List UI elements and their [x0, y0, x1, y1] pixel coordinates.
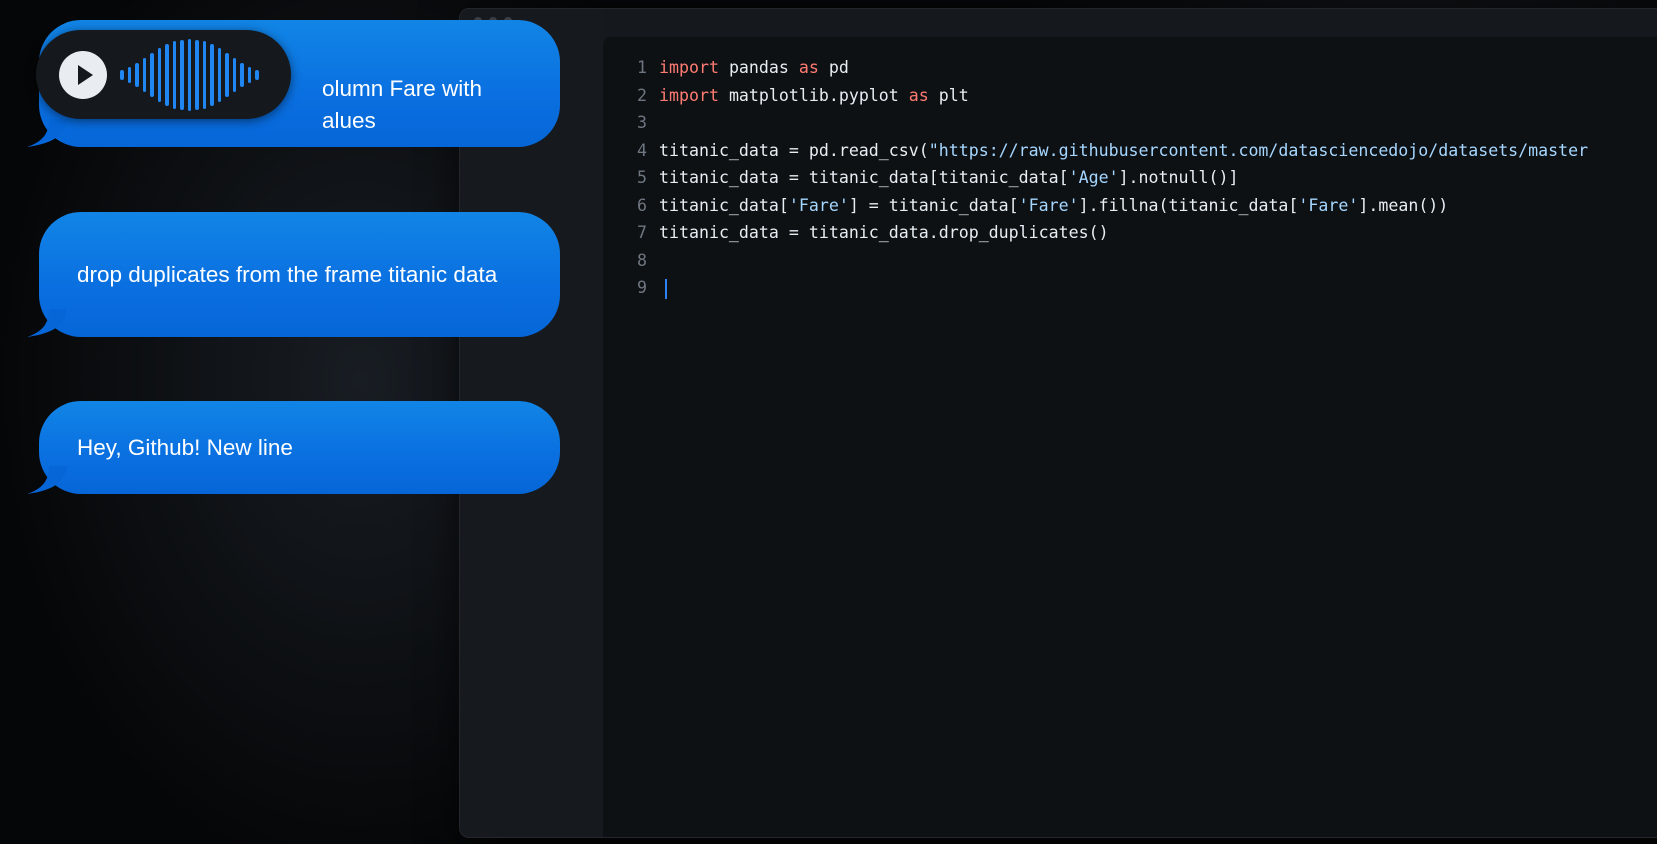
string-token: 'Fare' — [1298, 195, 1359, 215]
keyword-token: import — [659, 85, 719, 105]
string-token: 'Fare' — [1018, 195, 1079, 215]
waveform-bar — [202, 40, 206, 109]
code-token: ].mean()) — [1358, 195, 1449, 215]
bubble-tail — [27, 119, 67, 147]
code-line-text: import pandas as pd — [659, 54, 849, 82]
string-token: "https://raw.githubusercontent.com/datas… — [928, 140, 1589, 160]
code-token: pd — [818, 58, 849, 77]
code-token: ].notnull()] — [1118, 168, 1239, 187]
line-number: 4 — [637, 140, 647, 160]
waveform-bar — [217, 47, 221, 102]
line-number: 8 — [637, 250, 647, 270]
waveform-bar — [240, 62, 244, 87]
waveform-bar — [165, 43, 169, 106]
play-icon[interactable] — [59, 50, 107, 99]
code-line-text: titanic_data = titanic_data.drop_duplica… — [659, 219, 1109, 247]
keyword-token: as — [798, 58, 819, 77]
code-line-text — [659, 274, 667, 302]
code-line[interactable]: 9 — [617, 274, 1588, 302]
waveform-bar — [180, 39, 184, 110]
code-token: matplotlib.pyplot — [718, 85, 909, 105]
code-pane[interactable]: 1 import pandas as pd 2 import matplotlib.p… — [603, 37, 1657, 837]
string-token: 'Fare' — [788, 195, 849, 215]
code-line[interactable]: 5 titanic_data = titanic_data[titanic_dat… — [617, 164, 1588, 192]
code-token: plt — [928, 85, 969, 105]
waveform-bar — [120, 69, 124, 80]
code-line[interactable]: 4 titanic_data = pd.read_csv("https://raw… — [617, 137, 1588, 165]
code-line-text: titanic_data['Fare'] = titanic_data['Far… — [659, 192, 1448, 220]
bubble-tail — [27, 309, 67, 337]
waveform-bar — [255, 69, 259, 80]
code-line-text: titanic_data = pd.read_csv("https://raw.… — [659, 137, 1588, 165]
waveform-bar — [210, 43, 214, 106]
code-token: titanic_data = pd.read_csv( — [659, 140, 929, 160]
line-number: 7 — [637, 223, 647, 242]
code-line-text: import matplotlib.pyplot as plt — [659, 82, 969, 110]
waveform-bar — [232, 57, 236, 92]
waveform-icon — [120, 35, 259, 115]
waveform-bar — [135, 62, 139, 87]
chat-message-2: drop duplicates from the frame titanic d… — [27, 212, 560, 337]
text-cursor — [665, 278, 667, 299]
waveform-bar — [127, 66, 131, 83]
waveform-bar — [150, 52, 154, 97]
keyword-token: as — [908, 85, 929, 105]
waveform-bar — [225, 52, 229, 97]
code-token: pandas — [718, 58, 799, 77]
code-token: titanic_data = titanic_data.drop_duplica… — [659, 223, 1109, 242]
code-line[interactable]: 6 titanic_data['Fare'] = titanic_data['Fa… — [617, 192, 1588, 220]
code-content[interactable]: 1 import pandas as pd 2 import matplotlib.p… — [617, 54, 1588, 302]
code-token: ] = titanic_data[ — [848, 195, 1019, 215]
waveform-bar — [157, 47, 161, 102]
bubble-tail — [27, 466, 67, 494]
line-number: 6 — [637, 195, 647, 215]
code-token: titanic_data[ — [659, 195, 789, 215]
line-number: 3 — [637, 113, 647, 132]
voice-message-player[interactable] — [36, 30, 291, 119]
line-number: 2 — [637, 85, 647, 105]
string-token: 'Age' — [1068, 168, 1119, 187]
chat-message-3: Hey, Github! New line — [27, 401, 560, 494]
code-token: titanic_data = titanic_data[titanic_data… — [659, 168, 1069, 187]
waveform-bar — [195, 39, 199, 110]
code-line-text: titanic_data = titanic_data[titanic_data… — [659, 164, 1238, 192]
line-number: 5 — [637, 168, 647, 187]
code-line[interactable]: 3 — [617, 109, 1588, 137]
line-number: 1 — [637, 58, 647, 77]
waveform-bar — [187, 38, 191, 111]
code-line[interactable]: 7 titanic_data = titanic_data.drop_duplic… — [617, 219, 1588, 247]
code-line[interactable]: 1 import pandas as pd — [617, 54, 1588, 82]
waveform-bar — [172, 40, 176, 109]
line-number: 9 — [637, 278, 647, 297]
waveform-bar — [142, 57, 146, 92]
code-line[interactable]: 2 import matplotlib.pyplot as plt — [617, 82, 1588, 110]
code-editor-window: 1 import pandas as pd 2 import matplotlib.p… — [459, 8, 1657, 838]
keyword-token: import — [659, 58, 719, 77]
waveform-bar — [247, 66, 251, 83]
code-token: ].fillna(titanic_data[ — [1078, 195, 1299, 215]
code-line[interactable]: 8 — [617, 247, 1588, 275]
chat-message-2-text: drop duplicates from the frame titanic d… — [77, 261, 498, 287]
chat-message-3-text: Hey, Github! New line — [77, 434, 293, 460]
